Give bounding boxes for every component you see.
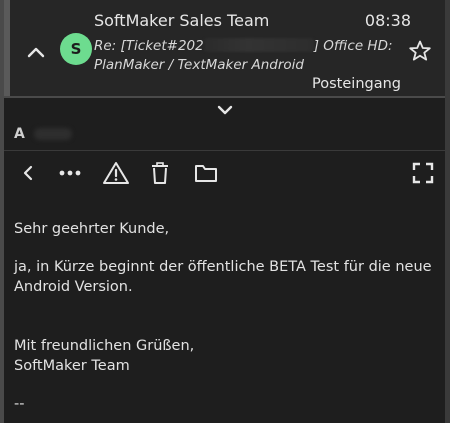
chevron-down-icon [217,105,233,115]
folder-label: Posteingang [312,76,401,92]
more-button[interactable] [56,158,84,188]
subject-suffix: ] Office HD: [313,38,393,54]
delete-button[interactable] [148,158,172,188]
sender-name: SoftMaker Sales Team [94,11,270,30]
message-header[interactable]: SoftMaker Sales Team 08:38 S Re: [Ticket… [4,0,445,98]
star-button[interactable] [405,36,435,66]
fullscreen-button[interactable] [410,158,436,188]
redacted-recipient [34,128,72,140]
message-closing: Mit freundlichen Grüßen, [14,338,195,354]
collapse-button[interactable] [22,38,50,66]
redacted-ticket-number [203,38,314,52]
message-signoff: SoftMaker Team [14,358,130,374]
message-paragraph: ja, in Kürze beginnt der öffentliche BET… [14,259,432,295]
avatar: S [60,33,92,65]
toolbar-divider [4,150,445,151]
more-icon [59,170,81,176]
header-rail [4,0,10,96]
warning-icon [103,162,129,184]
move-to-folder-button[interactable] [192,158,220,188]
star-icon [409,40,431,61]
frame-right-border [445,0,450,423]
trash-icon [152,162,168,184]
message-time: 08:38 [364,11,411,30]
message-greeting: Sehr geehrter Kunde, [14,221,170,237]
report-spam-button[interactable] [101,158,131,188]
signature-separator: -- [14,396,25,412]
fullscreen-icon [412,162,434,184]
back-icon [23,165,33,181]
message-subject: Re: [Ticket#202 ] Office HD: PlanMaker / … [94,37,394,75]
expand-button[interactable] [211,100,239,120]
subject-line2: PlanMaker / TextMaker Android [94,57,304,73]
chevron-up-icon [27,47,45,58]
subject-prefix: Re: [Ticket#202 [94,38,204,54]
back-button[interactable] [16,158,40,188]
folder-icon [195,165,217,182]
recipient-label: A [14,126,25,142]
